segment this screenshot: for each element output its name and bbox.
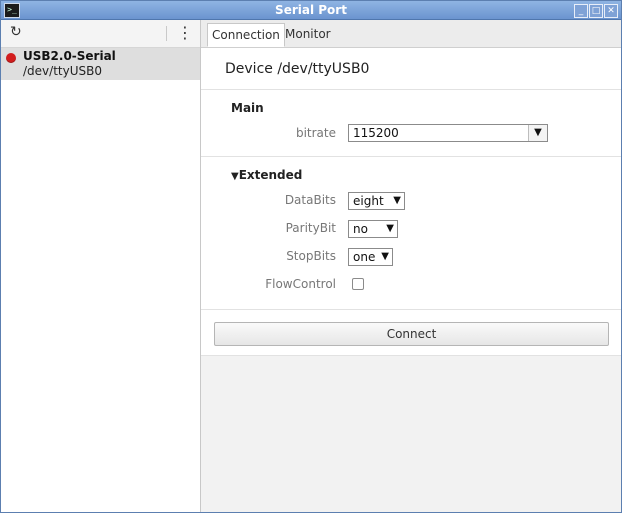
refresh-icon[interactable]: ↻ [10,25,24,39]
extended-label: Extended [238,168,303,182]
tab-bar: Connection Monitor [201,20,621,48]
connect-button[interactable]: Connect [214,322,609,346]
main-section-title: Main [231,101,264,115]
extended-section-title[interactable]: ▼Extended [231,168,302,182]
divider [201,309,621,310]
paritybit-label: ParityBit [285,221,336,235]
device-title: Device /dev/ttyUSB0 [225,61,370,77]
bitrate-select[interactable]: 115200 ▼ [348,124,548,142]
dropdown-arrow-icon: ▼ [381,251,389,262]
databits-value: eight [353,194,384,208]
minimize-button[interactable]: _ [574,4,588,18]
device-name: USB2.0-Serial [23,49,116,63]
maximize-button[interactable]: □ [589,4,603,18]
paritybit-select[interactable]: no ▼ [348,220,398,238]
more-options-icon[interactable]: ⋮ [177,24,193,42]
bitrate-label: bitrate [295,126,336,140]
stopbits-label: StopBits [286,249,336,263]
flowcontrol-checkbox[interactable] [352,278,364,290]
connection-panel: Device /dev/ttyUSB0 Main bitrate 115200 … [201,48,621,356]
databits-label: DataBits [284,193,336,207]
flowcontrol-label: FlowControl [265,277,336,291]
device-sidebar: ↻ ⋮ USB2.0-Serial /dev/ttyUSB0 [1,20,201,512]
serial-port-window: >_ Serial Port _ □ ✕ ↻ ⋮ USB2.0-Serial /… [0,0,622,513]
status-indicator-icon [6,53,16,63]
title-bar[interactable]: >_ Serial Port _ □ ✕ [1,1,621,20]
toolbar-separator [166,26,167,41]
window-title: Serial Port [275,3,347,17]
divider [201,355,621,356]
tab-connection[interactable]: Connection [207,23,285,47]
bitrate-value: 115200 [353,126,399,140]
tab-monitor[interactable]: Monitor [281,23,335,45]
paritybit-value: no [353,222,368,236]
main-panel: Connection Monitor Device /dev/ttyUSB0 M… [201,20,621,512]
dropdown-arrow-icon: ▼ [393,195,401,206]
divider [201,156,621,157]
databits-select[interactable]: eight ▼ [348,192,405,210]
device-list-item[interactable]: USB2.0-Serial /dev/ttyUSB0 [1,48,200,80]
stopbits-select[interactable]: one ▼ [348,248,393,266]
divider [201,89,621,90]
device-path: /dev/ttyUSB0 [23,64,102,78]
dropdown-arrow-icon: ▼ [528,125,547,141]
dropdown-arrow-icon: ▼ [386,223,394,234]
expand-arrow-icon: ▼ [231,171,239,182]
close-button[interactable]: ✕ [604,4,618,18]
sidebar-toolbar: ↻ ⋮ [1,20,200,48]
stopbits-value: one [353,250,376,264]
